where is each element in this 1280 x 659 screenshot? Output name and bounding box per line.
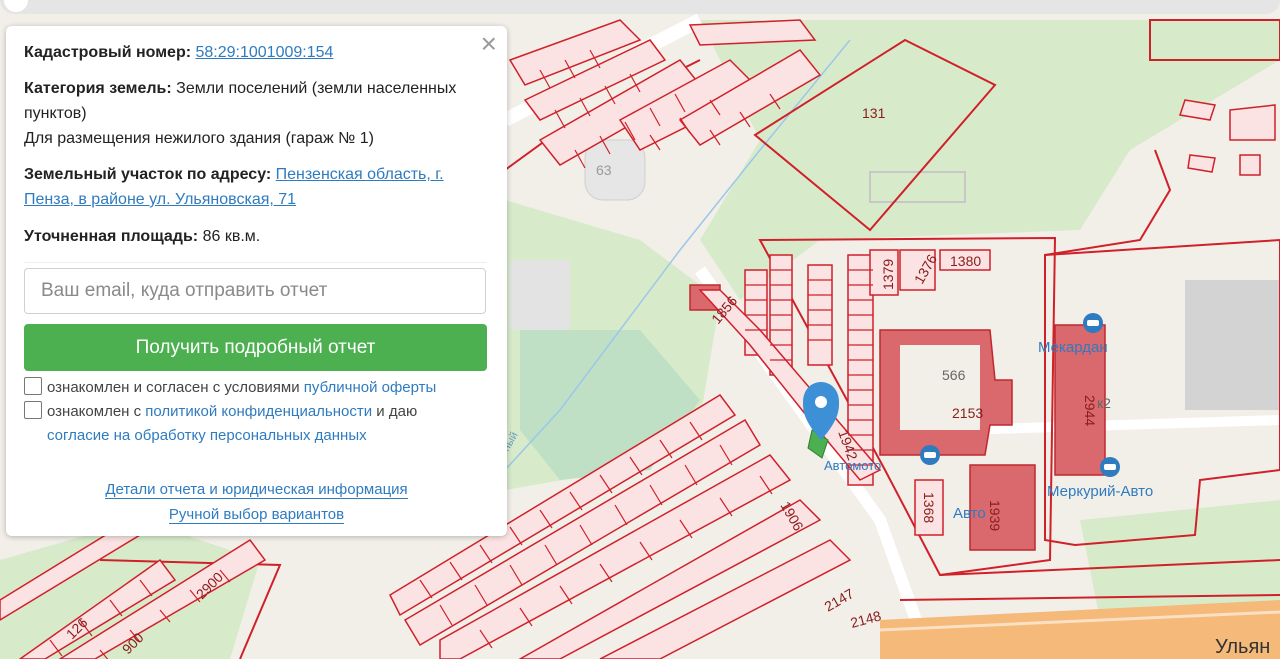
privacy-consent-tail: и даю [372, 403, 418, 420]
parcel-label: 1379 [880, 259, 896, 290]
privacy-consent-row: ознакомлен с политикой конфиденциальност… [24, 400, 494, 424]
manual-link-row: Ручной выбор вариантов [6, 506, 507, 524]
manual-selection-link[interactable]: Ручной выбор вариантов [168, 506, 345, 524]
personal-data-link[interactable]: согласие на обработку персональных данны… [47, 427, 367, 444]
email-field[interactable] [24, 268, 486, 314]
land-category-row: Категория земель: Земли поселений (земли… [24, 76, 494, 126]
details-link-row: Детали отчета и юридическая информация [6, 481, 507, 499]
parcel-label: 63 [596, 162, 612, 178]
search-button[interactable] [4, 0, 28, 12]
car-service-icon[interactable] [920, 445, 940, 465]
address-label: Земельный участок по адресу: [24, 166, 272, 183]
divider [24, 262, 487, 263]
public-offer-link[interactable]: публичной оферты [304, 379, 437, 396]
get-report-button[interactable]: Получить подробный отчет [24, 324, 487, 371]
poi-label: Меркурий-Авто [1047, 483, 1153, 500]
street-label: Ульян [1215, 636, 1270, 658]
poi-label: Мекардан [1038, 339, 1108, 356]
parcel-label: 131 [862, 105, 886, 121]
parcel-label: 1939 [987, 500, 1003, 531]
usage-text: Для размещения нежилого здания (гараж № … [24, 130, 374, 147]
cadastral-number-row: Кадастровый номер: 58:29:1001009:154 [24, 40, 494, 65]
top-search-bar[interactable] [0, 0, 1280, 14]
category-label: Категория земель: [24, 80, 172, 97]
details-link[interactable]: Детали отчета и юридическая информация [105, 481, 408, 499]
parcel-label: 1380 [950, 253, 981, 269]
offer-consent-checkbox[interactable] [24, 377, 42, 395]
parcel-label: 1368 [921, 492, 937, 523]
parcel-label: 2944 [1082, 395, 1098, 426]
cadastral-label: Кадастровый номер: [24, 44, 192, 61]
parcel-label: 566 [942, 367, 966, 383]
car-service-icon[interactable] [1083, 313, 1103, 333]
privacy-policy-link[interactable]: политикой конфиденциальности [145, 403, 372, 420]
offer-consent-row: ознакомлен и согласен с условиями публич… [24, 376, 494, 400]
area-label: Уточненная площадь: [24, 228, 199, 245]
offer-consent-text: ознакомлен и согласен с условиями [47, 379, 304, 396]
privacy-consent-text: ознакомлен с [47, 403, 146, 420]
privacy-consent-checkbox[interactable] [24, 401, 42, 419]
poi-label: Авто [953, 505, 986, 522]
poi-label: Автомото [824, 458, 881, 473]
area-row: Уточненная площадь: 86 кв.м. [24, 224, 494, 249]
parcel-label: 2153 [952, 405, 983, 421]
parcel-info-panel: × Кадастровый номер: 58:29:1001009:154 К… [6, 26, 507, 536]
personal-data-consent-row: согласие на обработку персональных данны… [47, 424, 517, 448]
area-value: 86 кв.м. [202, 228, 261, 245]
car-service-icon[interactable] [1100, 457, 1120, 477]
cadastral-number-link[interactable]: 58:29:1001009:154 [196, 44, 334, 61]
parcel-label: к2 [1097, 395, 1111, 411]
address-row: Земельный участок по адресу: Пензенская … [24, 162, 494, 212]
